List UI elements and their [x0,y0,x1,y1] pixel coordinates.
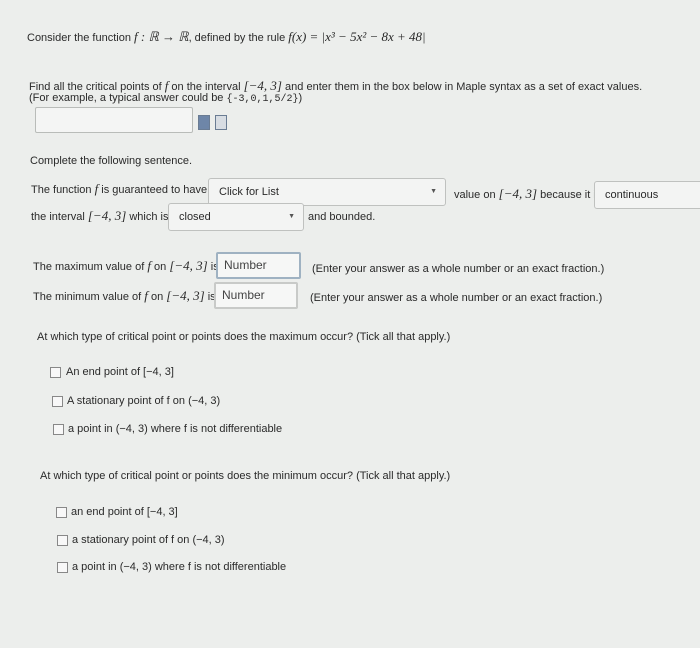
function-signature: f : ℝ → ℝ [134,29,189,44]
chevron-down-icon: ▼ [430,188,437,195]
critical-points-input[interactable] [35,107,193,133]
sentence-part-2: value on [−4, 3] because it is [454,186,601,202]
continuity-select[interactable]: continuous [594,181,700,209]
sentence-text: and bounded. [308,211,376,223]
sentence-text: which is [129,211,169,223]
min-stationary-checkbox[interactable] [57,535,68,546]
function-rule: f(x) = |x³ − 5x² − 8x + 48| [288,29,426,44]
q1-text: and enter them in the box below in Maple… [285,81,643,93]
interval: [−4, 3] [166,288,205,303]
max-stationary-checkbox[interactable] [52,396,63,407]
max-question: At which type of critical point or point… [37,331,451,343]
q1-text: (For example, a typical answer could be [29,92,224,104]
interval: [−4, 3] [243,78,282,93]
sentence-text: value on [454,189,496,201]
select-value: Click for List [219,186,279,198]
sentence-heading: Complete the following sentence. [30,155,193,167]
q1-text: ) [298,92,303,104]
select-value: continuous [605,189,659,201]
f-symbol: f [94,181,99,196]
option-label: A stationary point of f on (−4, 3) [67,395,221,407]
label-text: on [150,291,164,303]
maple-syntax-icon[interactable] [198,115,210,130]
interval: [−4, 3] [87,208,127,223]
intro-line: Consider the function f : ℝ → ℝ, defined… [27,29,426,45]
interval-type-select[interactable]: closed ▼ [168,203,304,231]
f-symbol: f [147,258,151,273]
example-answer: {-3,0,1,5/2} [226,94,299,105]
max-value-label: The maximum value of f on [−4, 3] is [33,258,219,274]
min-endpoint-checkbox[interactable] [56,507,67,518]
extreme-value-select[interactable]: Click for List ▼ [208,178,446,206]
chevron-down-icon: ▼ [288,213,295,220]
preview-icon[interactable] [215,115,227,130]
min-nondiff-checkbox[interactable] [57,562,68,573]
option-label: a point in (−4, 3) where f is not differ… [68,423,283,435]
min-question: At which type of critical point or point… [40,470,451,482]
max-endpoint-checkbox[interactable] [50,367,61,378]
option-label: An end point of [−4, 3] [66,366,174,378]
q1-line2: (For example, a typical answer could be … [29,92,302,105]
max-hint: (Enter your answer as a whole number or … [312,263,605,275]
sentence-part-1: The function f is guaranteed to have [31,181,207,197]
label-text: The maximum value of [33,261,145,273]
f-symbol: f [144,288,148,303]
label-text: The minimum value of [33,291,142,303]
f-symbol: f [164,78,169,93]
sentence-text: The function [31,184,92,196]
min-hint: (Enter your answer as a whole number or … [310,292,603,304]
select-value: closed [179,211,211,223]
sentence-text: because it is [540,189,602,201]
option-label: a point in (−4, 3) where f is not differ… [72,561,287,573]
sentence-part-3: the interval [−4, 3] which is [31,208,168,224]
max-nondiff-checkbox[interactable] [53,424,64,435]
interval: [−4, 3] [169,258,208,273]
min-value-input[interactable]: Number [214,282,298,309]
label-text: on [154,261,167,273]
min-value-label: The minimum value of f on [−4, 3] is [33,288,216,304]
max-value-input[interactable]: Number [216,252,301,279]
intro-text: Consider the function [27,32,131,44]
interval: [−4, 3] [498,186,538,201]
option-label: an end point of [−4, 3] [71,506,178,518]
option-label: a stationary point of f on (−4, 3) [72,534,225,546]
sentence-text: is guaranteed to have [101,184,208,196]
intro-text-2: , defined by the rule [188,32,286,44]
sentence-text: the interval [31,211,85,223]
